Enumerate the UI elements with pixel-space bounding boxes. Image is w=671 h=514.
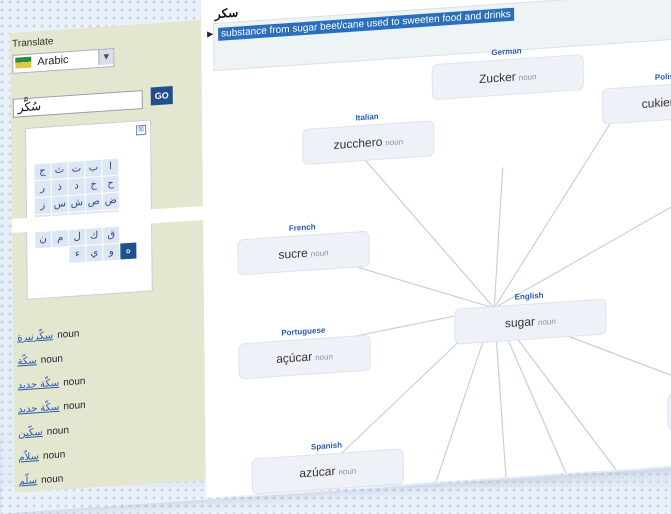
result-pos: noun: [46, 425, 70, 438]
keyboard-key[interactable]: س: [51, 196, 68, 214]
edge-line: [493, 119, 613, 309]
node-pos: noun: [537, 316, 556, 328]
result-word-link[interactable]: سكّين: [18, 427, 43, 440]
result-pos: noun: [40, 353, 64, 366]
keyboard-key[interactable]: [52, 247, 68, 264]
result-word-link[interactable]: سكّة حديد: [18, 402, 60, 416]
keyboard-key[interactable]: ث: [51, 162, 68, 180]
language-value: Arabic: [37, 54, 69, 69]
result-word-link[interactable]: سكّة حديد: [18, 378, 60, 392]
flag-icon: [15, 56, 32, 69]
sidebar: Translate Arabic ▼ سُكَّر GO ⊠ جثتبا رذدخ…: [9, 20, 206, 493]
keyboard-key[interactable]: ء: [69, 245, 86, 264]
node-pos: noun: [338, 466, 357, 477]
result-pos: noun: [63, 375, 86, 389]
keyboard-key[interactable]: [120, 225, 136, 242]
keyboard-key[interactable]: ه: [120, 242, 137, 260]
main-panel: سكر ▶ substance from sugar beet/cane use…: [200, 0, 671, 498]
node-word: Zucker: [478, 69, 516, 87]
keyboard-key[interactable]: د: [68, 177, 85, 196]
keyboard-key[interactable]: ا: [102, 158, 119, 176]
keyboard-key[interactable]: ص: [85, 193, 102, 211]
keyboard-key[interactable]: [120, 174, 136, 191]
keyboard-key[interactable]: ز: [34, 197, 51, 215]
edge-line: [362, 156, 495, 309]
node-word: zucchero: [333, 134, 383, 152]
app-window: Translate Arabic ▼ سُكَّر GO ⊠ جثتبا رذدخ…: [0, 0, 671, 514]
keyboard-key[interactable]: م: [52, 230, 69, 248]
result-word-link[interactable]: سلّم: [19, 475, 37, 487]
node-word: cukier: [641, 94, 671, 112]
keyboard-key[interactable]: ك: [86, 227, 103, 245]
node-pos: noun: [315, 352, 334, 363]
language-select[interactable]: Arabic ▼: [12, 47, 115, 74]
keyboard-key[interactable]: و: [103, 243, 120, 261]
node-pos: noun: [518, 72, 537, 83]
go-button[interactable]: GO: [150, 85, 173, 106]
close-icon[interactable]: ⊠: [136, 124, 147, 136]
node-pos: noun: [310, 248, 329, 259]
result-word-link[interactable]: سلاّم: [18, 451, 39, 463]
keyboard-key[interactable]: ن: [35, 231, 52, 249]
keyboard-key[interactable]: ج: [34, 163, 51, 181]
keyboard-key[interactable]: ر: [34, 180, 51, 198]
edge-line: [493, 167, 504, 309]
keyboard-key[interactable]: ق: [103, 226, 120, 244]
keyboard-key[interactable]: ش: [68, 194, 85, 213]
translate-label: Translate: [12, 36, 54, 50]
result-pos: noun: [42, 449, 66, 462]
results-list: سكّرنبرة noun سكّة noun سكّة حديد noun سكّة حد…: [17, 320, 199, 500]
keyboard-key[interactable]: ب: [85, 159, 102, 177]
keyboard-key[interactable]: ت: [68, 160, 85, 179]
keyboard-key[interactable]: ي: [86, 244, 103, 262]
keyboard-key[interactable]: ح: [102, 175, 119, 193]
node-word: azúcar: [299, 463, 336, 481]
result-pos: noun: [63, 399, 86, 413]
result-word-link[interactable]: سكّة: [17, 355, 36, 367]
keyboard-key[interactable]: [120, 191, 136, 208]
keyboard-key[interactable]: [119, 158, 135, 175]
keyboard-key[interactable]: ض: [102, 192, 119, 210]
keyboard-key[interactable]: خ: [85, 176, 102, 194]
node-word: sugar: [504, 314, 536, 331]
result-pos: noun: [57, 328, 80, 341]
result-pos: noun: [41, 473, 64, 486]
chevron-down-icon[interactable]: ▼: [98, 49, 114, 66]
result-word-link[interactable]: سكّرنبرة: [17, 330, 53, 343]
keyboard-key[interactable]: ذ: [51, 179, 68, 197]
node-pos: noun: [385, 137, 404, 148]
node-word: açúcar: [276, 349, 313, 366]
node-word: sucre: [278, 245, 308, 262]
keyboard-key[interactable]: [35, 248, 51, 265]
keyboard-key[interactable]: ل: [69, 228, 86, 247]
search-input[interactable]: سُكَّر: [12, 90, 143, 118]
